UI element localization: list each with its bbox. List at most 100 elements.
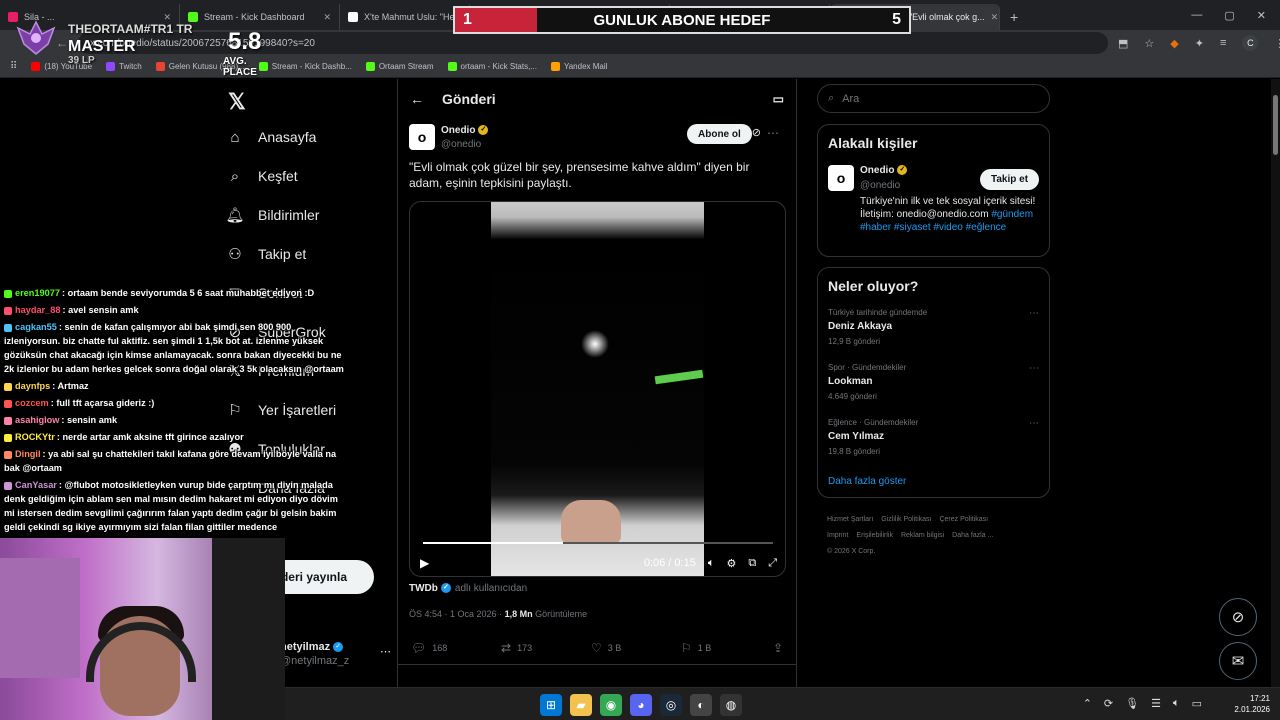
repost-button[interactable]: ⇄ 173: [501, 641, 591, 655]
apps-icon[interactable]: ⠿: [10, 61, 17, 72]
author-name[interactable]: Onedio ✓: [441, 125, 489, 136]
chevron-up-icon[interactable]: ⌃: [1083, 697, 1092, 710]
bookmark-favicon-icon: [365, 62, 375, 71]
related-avatar[interactable]: o: [828, 165, 854, 191]
show-more-link[interactable]: Daha fazla göster: [828, 476, 906, 487]
fullscreen-icon[interactable]: ⤢: [768, 557, 777, 570]
browser-tab[interactable]: X'te Mahmut Uslu: "Hey ...✕: [340, 4, 470, 30]
trend-item[interactable]: Türkiye tarihinde gündemde Deniz Akkaya 12…: [828, 308, 1043, 346]
puzzle-icon[interactable]: ✦: [1195, 37, 1204, 50]
bookmark-item[interactable]: Ortaam Stream: [365, 62, 434, 71]
messages-float-button[interactable]: ✉: [1219, 642, 1257, 680]
trend-item[interactable]: Spor · Gündemdekiler Lookman 4.649 gönderi…: [828, 363, 1043, 401]
grok-icon[interactable]: ⊘: [752, 126, 761, 139]
popout-icon[interactable]: ⧉: [748, 557, 756, 570]
video-progress-bar[interactable]: [423, 542, 773, 544]
rank-account: THEORTAAM#TR1 TR: [68, 22, 192, 36]
chat-username: cozcem: [15, 398, 49, 408]
trend-context: Türkiye tarihinde gündemde: [828, 308, 928, 317]
sub-goal-bar: 1 GUNLUK ABONE HEDEF 5: [453, 6, 911, 34]
like-button[interactable]: ♡ 3 B: [591, 641, 681, 655]
chat-text: : ortaam bende seviyorumda 5 6 saat muha…: [61, 288, 315, 298]
bookmark-favicon-icon: [550, 62, 560, 71]
app-icon[interactable]: ◍: [720, 694, 742, 716]
speaker-icon[interactable]: 🔈︎: [1173, 697, 1180, 710]
chrome-icon[interactable]: ◉: [600, 694, 622, 716]
follow-button[interactable]: Takip et: [980, 169, 1040, 190]
post-timestamp[interactable]: ÖS 4:54 · 1 Oca 2026 ·: [409, 609, 505, 619]
trend-more-icon[interactable]: ⋯: [1029, 308, 1039, 319]
extension-icon[interactable]: ◆: [1170, 37, 1178, 50]
related-title: Alakalı kişiler: [828, 135, 918, 151]
onedio-avatar[interactable]: o: [409, 124, 435, 150]
search-input[interactable]: ⌕ Ara: [817, 84, 1050, 113]
verified-blue-icon: ✓: [440, 583, 451, 594]
footer-link[interactable]: Gizlilik Politikası: [881, 516, 931, 523]
nav-item-anasayfa[interactable]: ⌂ Anasayfa: [226, 128, 316, 146]
repost-count: 173: [517, 643, 533, 653]
grok-float-button[interactable]: ⊘: [1219, 598, 1257, 636]
trend-more-icon[interactable]: ⋯: [1029, 418, 1039, 429]
star-icon[interactable]: ☆: [1144, 37, 1154, 50]
tab-close-icon[interactable]: ✕: [991, 12, 999, 23]
obs-icon[interactable]: ◐: [690, 694, 712, 716]
trend-item[interactable]: Eğlence · Gündemdekiler Cem Yılmaz 19,8 B …: [828, 418, 1043, 456]
nav-item-bildirimler[interactable]: 🔔︎ Bildirimler: [225, 206, 319, 224]
scroll-thumb[interactable]: [1273, 95, 1278, 155]
play-icon[interactable]: ▶: [420, 556, 429, 570]
chat-badge-icon: [4, 481, 12, 490]
footer-link[interactable]: Imprint: [827, 532, 848, 539]
x-logo[interactable]: 𝕏: [228, 89, 246, 115]
mic-icon[interactable]: 🎙︎: [1125, 697, 1139, 710]
footer-link[interactable]: Erişilebilirlik: [856, 532, 893, 539]
close-window-icon[interactable]: ✕: [1257, 9, 1266, 22]
footer-link[interactable]: Çerez Politikası: [939, 516, 988, 523]
footer-link[interactable]: Hizmet Şartları: [827, 516, 873, 523]
footer-link[interactable]: Daha fazla ...: [952, 532, 993, 539]
bookmark-button[interactable]: ⚐ 1 B: [681, 641, 771, 655]
reply-button[interactable]: 💬︎ 168: [411, 641, 501, 655]
wifi-icon[interactable]: ☰: [1151, 697, 1161, 710]
new-tab-icon[interactable]: +: [1000, 4, 1028, 30]
nav-item-ke-fet[interactable]: ⌕ Keşfet: [226, 167, 298, 185]
steam-icon[interactable]: ◎: [660, 694, 682, 716]
tab-close-icon[interactable]: ✕: [323, 12, 331, 23]
nav-item-takip-et[interactable]: ⚇ Takip et: [226, 245, 306, 263]
goal-label: GUNLUK ABONE HEDEF: [593, 12, 771, 29]
bookmark-item[interactable]: Yandex Mail: [550, 62, 607, 71]
minimize-icon[interactable]: —: [1191, 9, 1202, 21]
sync-icon[interactable]: ⟳: [1104, 697, 1113, 710]
subscribe-button[interactable]: Abone ol: [687, 124, 752, 144]
install-icon[interactable]: ⬒: [1118, 37, 1128, 50]
share-button[interactable]: ⇪: [773, 641, 783, 655]
trend-context: Eğlence · Gündemdekiler: [828, 418, 919, 427]
footer-link[interactable]: Reklam bilgisi: [901, 532, 944, 539]
bookmark-item[interactable]: ortaam - Kick Stats,...: [447, 62, 537, 71]
video-time: 0:06 / 0:15: [643, 557, 696, 569]
video-player[interactable]: ▶ 0:06 / 0:15 🔈︎ ⚙ ⧉ ⤢: [409, 201, 786, 577]
reader-icon[interactable]: ▭: [773, 92, 784, 106]
repost-icon: ⇄: [501, 641, 512, 655]
settings-icon[interactable]: ⚙: [726, 557, 736, 570]
volume-icon[interactable]: 🔈︎: [708, 557, 715, 570]
chat-text: : nerde artar amk aksine tft girince aza…: [56, 432, 244, 442]
scrollbar[interactable]: [1271, 79, 1280, 687]
media-icon[interactable]: ≡: [1220, 37, 1226, 49]
back-arrow-icon[interactable]: ←: [410, 91, 424, 107]
discord-icon[interactable]: ◕: [630, 694, 652, 716]
clock[interactable]: 17:21 2.01.2026: [1234, 693, 1270, 715]
file-explorer-icon[interactable]: ▰: [570, 694, 592, 716]
profile-avatar[interactable]: C: [1242, 35, 1259, 51]
bookmark-item[interactable]: Twitch: [106, 62, 142, 71]
post-more-icon[interactable]: ⋯: [767, 126, 779, 140]
source-name[interactable]: TWDb: [409, 583, 438, 594]
more-icon[interactable]: ⋯: [380, 645, 391, 658]
maximize-icon[interactable]: ▢: [1224, 9, 1234, 22]
bookmark-item[interactable]: Stream - Kick Dashb...: [258, 62, 352, 71]
author-handle[interactable]: @onedio: [441, 139, 481, 150]
avg-place-label: AVG. PLACE: [223, 56, 257, 78]
battery-icon[interactable]: ▭: [1192, 697, 1202, 710]
trend-more-icon[interactable]: ⋯: [1029, 363, 1039, 374]
start-icon[interactable]: ⊞: [540, 694, 562, 716]
menu-icon[interactable]: ⋮: [1274, 37, 1280, 50]
